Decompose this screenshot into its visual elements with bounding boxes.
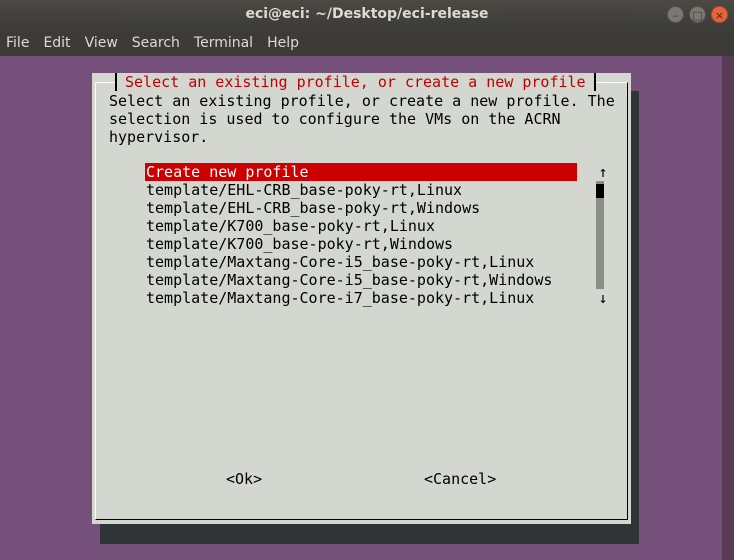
- dialog-description: Select an existing profile, or create a …: [109, 92, 615, 146]
- list-item[interactable]: template/K700_base-poky-rt,Linux: [145, 217, 577, 235]
- menu-file[interactable]: File: [0, 35, 36, 51]
- description-line: selection is used to configure the VMs o…: [109, 110, 561, 128]
- menu-view[interactable]: View: [78, 35, 125, 51]
- window-titlebar: eci@eci: ~/Desktop/eci-release – □ ×: [0, 0, 734, 30]
- profile-list: Create new profile template/EHL-CRB_base…: [145, 163, 577, 307]
- close-icon[interactable]: ×: [711, 6, 728, 23]
- description-line: hypervisor.: [109, 128, 209, 146]
- minimize-icon[interactable]: –: [667, 6, 684, 23]
- window-title: eci@eci: ~/Desktop/eci-release: [245, 6, 489, 22]
- list-item-create-new-profile[interactable]: Create new profile: [145, 163, 577, 181]
- scroll-up-arrow-icon[interactable]: ↑: [596, 163, 610, 181]
- list-item[interactable]: template/Maxtang-Core-i5_base-poky-rt,Wi…: [145, 271, 577, 289]
- list-item[interactable]: template/Maxtang-Core-i7_base-poky-rt,Li…: [145, 289, 577, 307]
- menubar: File Edit View Search Terminal Help: [0, 30, 734, 56]
- menu-edit[interactable]: Edit: [36, 35, 77, 51]
- menu-help[interactable]: Help: [260, 35, 306, 51]
- cancel-button[interactable]: <Cancel>: [424, 470, 496, 488]
- menu-search[interactable]: Search: [125, 35, 187, 51]
- list-item[interactable]: template/Maxtang-Core-i5_base-poky-rt,Li…: [145, 253, 577, 271]
- profile-dialog: Select an existing profile, or create a …: [92, 73, 631, 524]
- description-line: Select an existing profile, or create a …: [109, 92, 615, 110]
- list-item[interactable]: template/EHL-CRB_base-poky-rt,Windows: [145, 199, 577, 217]
- ok-button[interactable]: <Ok>: [226, 470, 262, 488]
- window-controls: – □ ×: [667, 6, 728, 23]
- list-item[interactable]: template/EHL-CRB_base-poky-rt,Linux: [145, 181, 577, 199]
- list-scrollbar-thumb[interactable]: [596, 184, 604, 198]
- list-item[interactable]: template/K700_base-poky-rt,Windows: [145, 235, 577, 253]
- maximize-icon[interactable]: □: [689, 6, 706, 23]
- menu-terminal[interactable]: Terminal: [187, 35, 260, 51]
- terminal-scrollbar[interactable]: [722, 56, 734, 560]
- scroll-down-arrow-icon[interactable]: ↓: [596, 289, 610, 307]
- dialog-title: Select an existing profile, or create a …: [115, 73, 596, 91]
